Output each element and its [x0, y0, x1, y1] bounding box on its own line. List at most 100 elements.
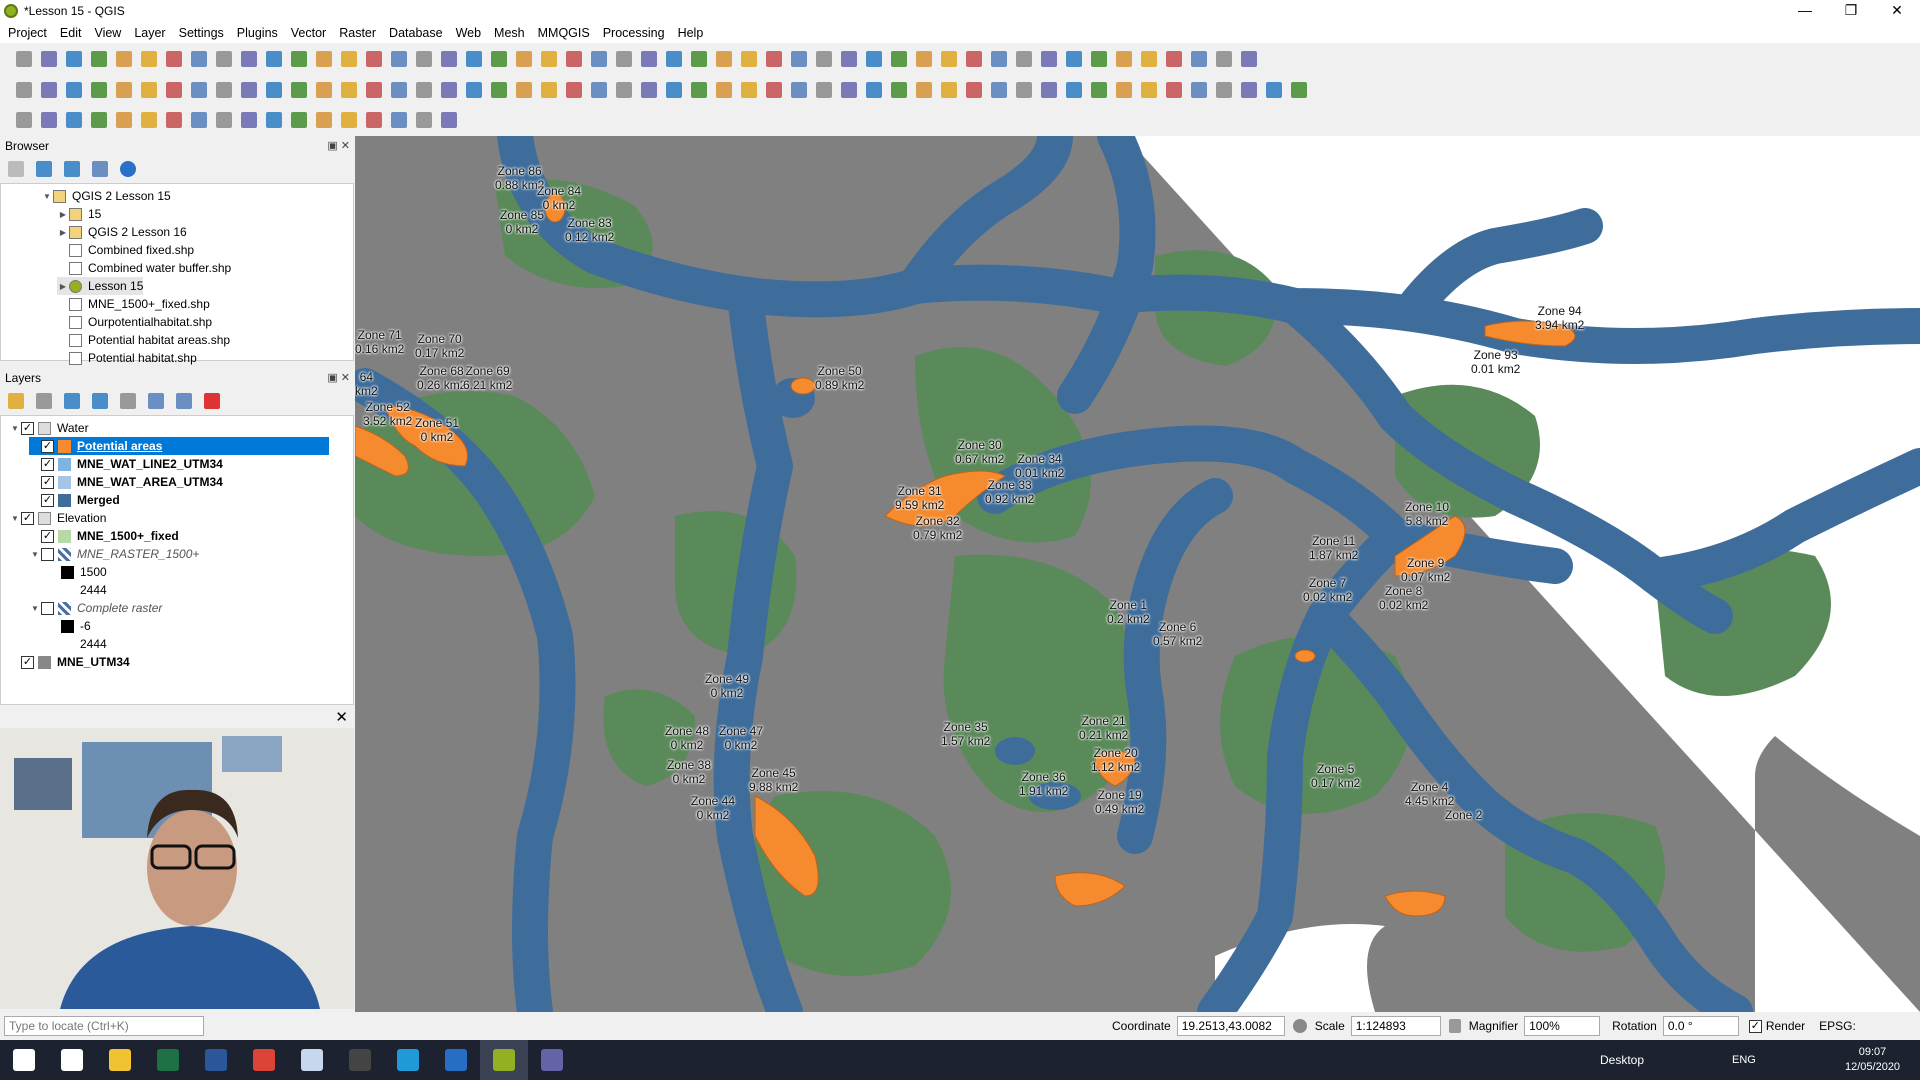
- advanced-tool-3-icon[interactable]: [66, 112, 82, 128]
- main-tool-26-icon[interactable]: [641, 51, 657, 67]
- layer-visibility-checkbox[interactable]: ✓: [21, 511, 34, 525]
- main-tool-16-icon[interactable]: [391, 51, 407, 67]
- chrome-icon[interactable]: [240, 1040, 288, 1080]
- main-tool-18-icon[interactable]: [441, 51, 457, 67]
- main-tool-4-icon[interactable]: [91, 51, 107, 67]
- menu-vector[interactable]: Vector: [291, 26, 326, 40]
- menu-project[interactable]: Project: [8, 26, 47, 40]
- digitize-tool-44-icon[interactable]: [1091, 82, 1107, 98]
- main-tool-46-icon[interactable]: [1141, 51, 1157, 67]
- digitize-tool-40-icon[interactable]: [991, 82, 1007, 98]
- browser-item[interactable]: Combined fixed.shp: [57, 241, 194, 259]
- digitize-tool-21-icon[interactable]: [516, 82, 532, 98]
- digitize-tool-39-icon[interactable]: [966, 82, 982, 98]
- digitize-tool-43-icon[interactable]: [1066, 82, 1082, 98]
- digitize-tool-41-icon[interactable]: [1016, 82, 1032, 98]
- main-tool-50-icon[interactable]: [1241, 51, 1257, 67]
- main-tool-17-icon[interactable]: [416, 51, 432, 67]
- digitize-tool-38-icon[interactable]: [941, 82, 957, 98]
- layer-item[interactable]: ✓ MNE_1500+_fixed: [29, 527, 179, 545]
- expression-filter-icon[interactable]: [120, 393, 136, 409]
- menu-mesh[interactable]: Mesh: [494, 26, 525, 40]
- menu-settings[interactable]: Settings: [179, 26, 224, 40]
- main-tool-35-icon[interactable]: [866, 51, 882, 67]
- main-tool-42-icon[interactable]: [1041, 51, 1057, 67]
- advanced-tool-7-icon[interactable]: [166, 112, 182, 128]
- visibility-icon[interactable]: [64, 393, 80, 409]
- panel-float-close-icon[interactable]: ▣ ✕: [327, 139, 350, 152]
- expand-caret-icon[interactable]: ▶: [57, 210, 69, 219]
- rotation-field[interactable]: 0.0 °: [1662, 1016, 1739, 1036]
- digitize-tool-18-icon[interactable]: [441, 82, 457, 98]
- layer-item[interactable]: ✓ MNE_UTM34: [9, 653, 130, 671]
- advanced-tool-14-icon[interactable]: [341, 112, 357, 128]
- digitize-tool-34-icon[interactable]: [841, 82, 857, 98]
- language-indicator[interactable]: ENG: [1732, 1054, 1756, 1066]
- main-tool-41-icon[interactable]: [1016, 51, 1032, 67]
- main-tool-30-icon[interactable]: [741, 51, 757, 67]
- digitize-tool-52-icon[interactable]: [1291, 82, 1307, 98]
- digitize-tool-1-icon[interactable]: [16, 82, 32, 98]
- menu-mmqgis[interactable]: MMQGIS: [538, 26, 590, 40]
- digitize-tool-4-icon[interactable]: [91, 82, 107, 98]
- browser-item[interactable]: ▶ Lesson 15: [57, 277, 144, 295]
- browser-item[interactable]: ▼ QGIS 2 Lesson 15: [41, 187, 171, 205]
- windows-start-icon[interactable]: [0, 1040, 48, 1080]
- menu-raster[interactable]: Raster: [339, 26, 376, 40]
- digitize-tool-23-icon[interactable]: [566, 82, 582, 98]
- menu-view[interactable]: View: [94, 26, 121, 40]
- advanced-tool-16-icon[interactable]: [391, 112, 407, 128]
- layer-item[interactable]: 2444: [49, 581, 107, 599]
- advanced-tool-12-icon[interactable]: [291, 112, 307, 128]
- digitize-tool-22-icon[interactable]: [541, 82, 557, 98]
- digitize-tool-2-icon[interactable]: [41, 82, 57, 98]
- layer-item[interactable]: ✓ MNE_WAT_AREA_UTM34: [29, 473, 223, 491]
- expand-caret-icon[interactable]: ▼: [29, 550, 41, 559]
- expand-caret-icon[interactable]: ▶: [57, 228, 69, 237]
- layer-visibility-checkbox[interactable]: [41, 601, 54, 615]
- browser-item[interactable]: Potential habitat.shp: [57, 349, 197, 367]
- style-icon[interactable]: [8, 393, 24, 409]
- expand-caret-icon[interactable]: ▼: [9, 514, 21, 523]
- main-tool-12-icon[interactable]: [291, 51, 307, 67]
- main-tool-13-icon[interactable]: [316, 51, 332, 67]
- main-tool-9-icon[interactable]: [216, 51, 232, 67]
- main-tool-29-icon[interactable]: [716, 51, 732, 67]
- main-tool-20-icon[interactable]: [491, 51, 507, 67]
- advanced-tool-4-icon[interactable]: [91, 112, 107, 128]
- main-tool-44-icon[interactable]: [1091, 51, 1107, 67]
- layer-item[interactable]: ▼ MNE_RASTER_1500+: [29, 545, 199, 563]
- main-tool-34-icon[interactable]: [841, 51, 857, 67]
- menu-edit[interactable]: Edit: [60, 26, 82, 40]
- advanced-tool-8-icon[interactable]: [191, 112, 207, 128]
- layer-group[interactable]: ▼ ✓ Elevation: [9, 509, 106, 527]
- main-tool-6-icon[interactable]: [141, 51, 157, 67]
- main-tool-40-icon[interactable]: [991, 51, 1007, 67]
- digitize-tool-15-icon[interactable]: [366, 82, 382, 98]
- excel-icon[interactable]: [144, 1040, 192, 1080]
- main-tool-15-icon[interactable]: [366, 51, 382, 67]
- menu-processing[interactable]: Processing: [603, 26, 665, 40]
- layer-item[interactable]: ✓ Merged: [29, 491, 120, 509]
- main-tool-22-icon[interactable]: [541, 51, 557, 67]
- digitize-tool-32-icon[interactable]: [791, 82, 807, 98]
- main-tool-28-icon[interactable]: [691, 51, 707, 67]
- close-icon[interactable]: ✕: [335, 708, 348, 726]
- digitize-tool-11-icon[interactable]: [266, 82, 282, 98]
- digitize-tool-51-icon[interactable]: [1266, 82, 1282, 98]
- main-tool-49-icon[interactable]: [1216, 51, 1232, 67]
- task-view-icon[interactable]: [48, 1040, 96, 1080]
- digitize-tool-16-icon[interactable]: [391, 82, 407, 98]
- digitize-tool-27-icon[interactable]: [666, 82, 682, 98]
- advanced-tool-13-icon[interactable]: [316, 112, 332, 128]
- desktop-toolbar[interactable]: Desktop: [1600, 1053, 1644, 1067]
- main-tool-7-icon[interactable]: [166, 51, 182, 67]
- expand-caret-icon[interactable]: ▼: [9, 424, 21, 433]
- maximize-button[interactable]: ❐: [1828, 0, 1874, 22]
- clock[interactable]: 09:07 12/05/2020: [1845, 1045, 1900, 1075]
- panel-float-close-icon[interactable]: ▣ ✕: [327, 371, 350, 384]
- advanced-tool-1-icon[interactable]: [16, 112, 32, 128]
- refresh-icon[interactable]: [36, 161, 52, 177]
- main-tool-3-icon[interactable]: [66, 51, 82, 67]
- digitize-tool-37-icon[interactable]: [916, 82, 932, 98]
